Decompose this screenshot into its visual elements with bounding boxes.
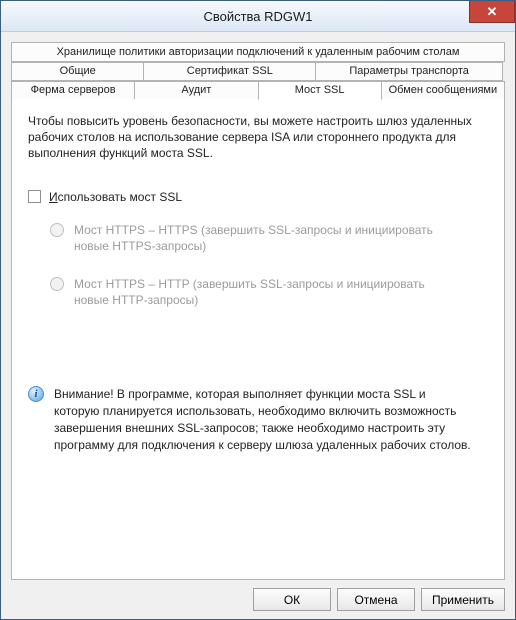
client-area: Хранилище политики авторизации подключен… bbox=[1, 32, 515, 619]
radio-https-https-label: Мост HTTPS – HTTPS (завершить SSL-запрос… bbox=[74, 222, 454, 254]
radio-https-https-row: Мост HTTPS – HTTPS (завершить SSL-запрос… bbox=[50, 222, 488, 254]
tab-strip: Хранилище политики авторизации подключен… bbox=[11, 42, 505, 100]
tab-general[interactable]: Общие bbox=[11, 62, 144, 81]
tab-audit[interactable]: Аудит bbox=[134, 81, 258, 100]
properties-dialog: Свойства RDGW1 ✕ Хранилище политики авто… bbox=[0, 0, 516, 620]
tab-auth-policy-store[interactable]: Хранилище политики авторизации подключен… bbox=[11, 42, 505, 62]
radio-https-http-label: Мост HTTPS – HTTP (завершить SSL-запросы… bbox=[74, 276, 454, 308]
close-icon: ✕ bbox=[487, 4, 498, 20]
use-ssl-bridge-label[interactable]: Использовать мост SSL bbox=[49, 190, 182, 204]
info-icon: i bbox=[28, 386, 44, 402]
tab-ssl-certificate[interactable]: Сертификат SSL bbox=[143, 62, 316, 81]
intro-text: Чтобы повысить уровень безопасности, вы … bbox=[28, 113, 488, 162]
tab-messaging[interactable]: Обмен сообщениями bbox=[381, 81, 505, 100]
titlebar[interactable]: Свойства RDGW1 ✕ bbox=[1, 1, 515, 32]
use-ssl-bridge-checkbox-row: Использовать мост SSL bbox=[28, 190, 488, 204]
dialog-button-bar: ОК Отмена Применить bbox=[11, 580, 505, 611]
radio-https-http bbox=[50, 277, 64, 291]
ok-button[interactable]: ОК bbox=[253, 588, 331, 611]
close-button[interactable]: ✕ bbox=[469, 1, 515, 23]
window-title: Свойства RDGW1 bbox=[203, 9, 312, 24]
bridge-mode-radio-group: Мост HTTPS – HTTPS (завершить SSL-запрос… bbox=[50, 222, 488, 309]
radio-https-https bbox=[50, 223, 64, 237]
tab-server-farm[interactable]: Ферма серверов bbox=[11, 81, 135, 100]
apply-button[interactable]: Применить bbox=[421, 588, 505, 611]
info-text: Внимание! В программе, которая выполняет… bbox=[54, 386, 474, 453]
use-ssl-bridge-checkbox[interactable] bbox=[28, 190, 41, 203]
tab-panel-ssl-bridging: Чтобы повысить уровень безопасности, вы … bbox=[11, 99, 505, 580]
cancel-button[interactable]: Отмена bbox=[337, 588, 415, 611]
tab-ssl-bridging[interactable]: Мост SSL bbox=[258, 81, 382, 100]
info-note: i Внимание! В программе, которая выполня… bbox=[28, 386, 488, 453]
tab-transport-params[interactable]: Параметры транспорта bbox=[315, 62, 503, 81]
radio-https-http-row: Мост HTTPS – HTTP (завершить SSL-запросы… bbox=[50, 276, 488, 308]
